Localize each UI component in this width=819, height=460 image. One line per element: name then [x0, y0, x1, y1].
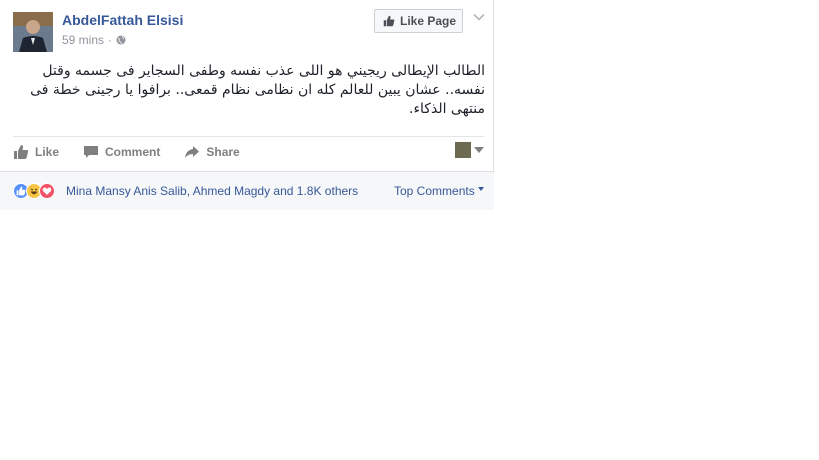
author-avatar[interactable]	[13, 12, 53, 52]
comment-label: Comment	[105, 145, 161, 159]
like-label: Like	[35, 145, 60, 159]
caret-down-icon	[477, 187, 484, 191]
reaction-icons[interactable]	[13, 183, 55, 199]
like-page-button[interactable]: Like Page	[374, 9, 463, 33]
post-meta: 59 mins ·	[62, 33, 126, 47]
post-actions: Like Comment Share	[13, 140, 264, 164]
chevron-down-icon[interactable]	[473, 11, 485, 23]
top-comments-label: Top Comments	[394, 184, 475, 198]
divider	[13, 136, 484, 137]
author-name[interactable]: AbdelFattah Elsisi	[62, 12, 183, 28]
thumbs-up-icon	[14, 145, 29, 159]
post-body: الطالب الإيطالى ريجيني هو اللى عذب نفسه …	[30, 63, 485, 117]
reactions-summary[interactable]: Mina Mansy Anis Salib, Ahmed Magdy and 1…	[66, 184, 358, 198]
share-button[interactable]: Share	[184, 144, 240, 160]
like-page-label: Like Page	[400, 14, 457, 28]
viewer-avatar[interactable]	[455, 142, 471, 158]
share-label: Share	[206, 145, 240, 159]
globe-icon	[116, 35, 126, 45]
post-time[interactable]: 59 mins	[62, 33, 104, 47]
top-comments-dropdown[interactable]: Top Comments	[394, 184, 484, 198]
meta-separator: ·	[108, 33, 113, 47]
like-button[interactable]: Like	[13, 144, 59, 160]
love-reaction-icon	[39, 183, 55, 199]
thumbs-up-icon	[383, 15, 395, 27]
share-arrow-icon	[185, 146, 200, 158]
post-card: AbdelFattah Elsisi 59 mins · Like Page ا…	[0, 0, 494, 210]
caret-down-icon[interactable]	[474, 147, 484, 153]
comment-icon	[84, 146, 99, 158]
comment-button[interactable]: Comment	[83, 144, 160, 160]
